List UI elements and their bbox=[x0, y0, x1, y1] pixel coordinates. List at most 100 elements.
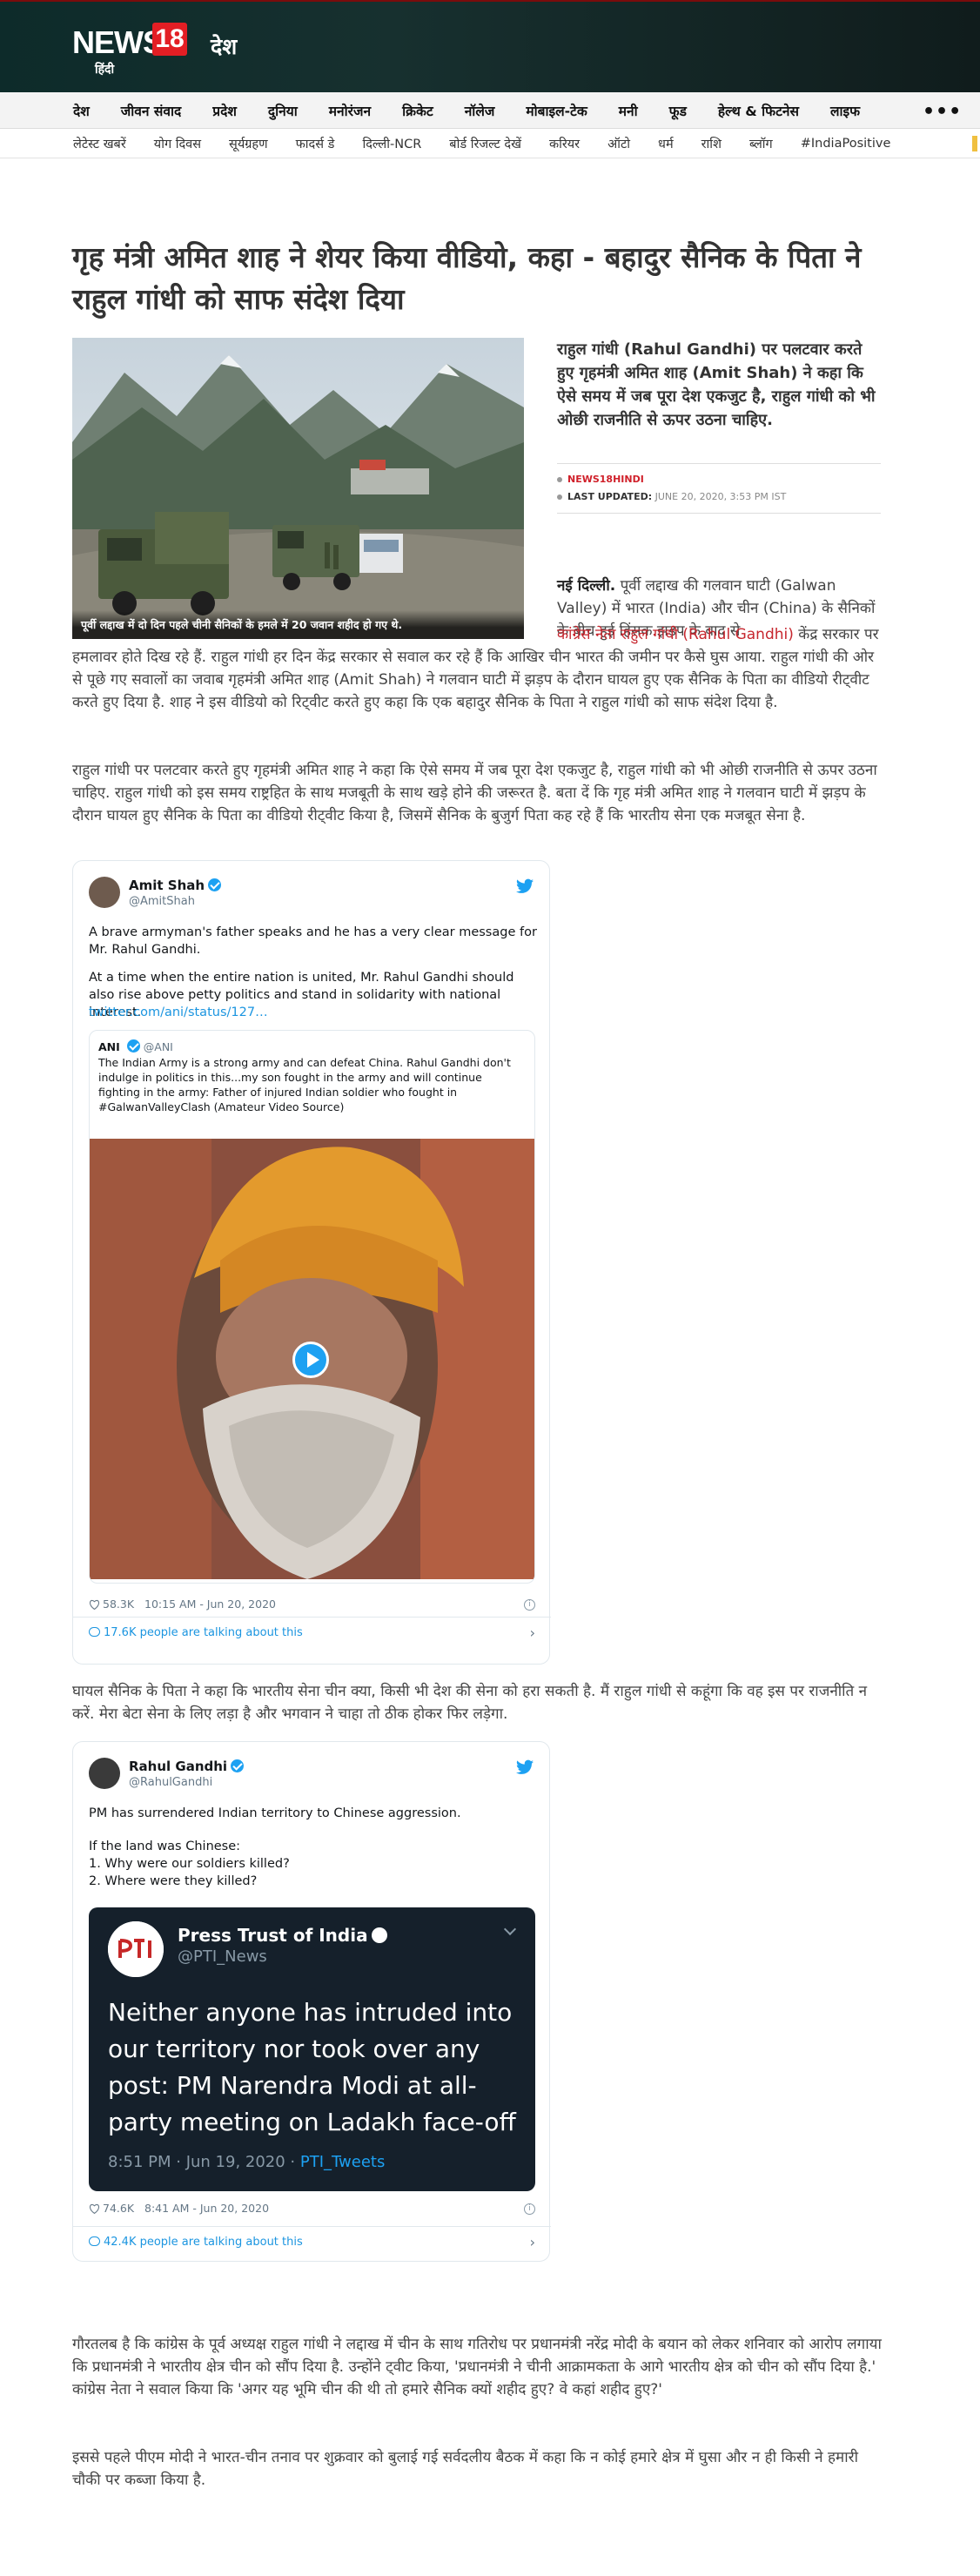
embed-text: Neither anyone has intruded into our ter… bbox=[108, 1998, 516, 2136]
tweet-text-1: PM has surrendered Indian territory to C… bbox=[89, 1806, 461, 1820]
tweet-conversation-link[interactable]: 17.6K people are talking about this › bbox=[73, 1617, 551, 1648]
subnav-item-4[interactable]: दिल्ली-NCR bbox=[362, 135, 421, 152]
quoted-tweet-author[interactable]: ANI @ANI bbox=[90, 1031, 534, 1055]
article-para-3: घायल सैनिक के पिता ने कहा कि भारतीय सेना… bbox=[72, 1683, 868, 1723]
article-para-1: कांग्रेस नेता राहुल गांधी (Rahul Gandhi)… bbox=[72, 623, 882, 714]
nav-item-8[interactable]: मनी bbox=[619, 101, 638, 120]
nav-item-4[interactable]: मनोरंजन bbox=[329, 101, 371, 120]
tweet-author-name[interactable]: Rahul Gandhi bbox=[129, 1759, 245, 1774]
tweet-footer: 74.6K 8:41 AM - Jun 20, 2020 i bbox=[89, 2202, 535, 2221]
tweet-author-name[interactable]: Amit Shah bbox=[129, 878, 222, 893]
nav-item-11[interactable]: लाइफ bbox=[830, 101, 860, 120]
subnav-item-7[interactable]: ऑटो bbox=[607, 135, 630, 152]
dateline: नई दिल्ली. bbox=[557, 577, 616, 595]
comment-bubble-icon bbox=[89, 2236, 100, 2246]
subnav-item-11[interactable]: #IndiaPositive bbox=[801, 137, 891, 151]
pti-logo-icon bbox=[108, 1921, 164, 1977]
article-headline: गृह मंत्री अमित शाह ने शेयर किया वीडियो,… bbox=[72, 240, 862, 316]
embedded-tweet-rahul-gandhi[interactable]: Rahul Gandhi @RahulGandhi PM has surrend… bbox=[72, 1741, 551, 2262]
nav-item-5[interactable]: क्रिकेट bbox=[402, 101, 433, 120]
news18-logo[interactable]: NEWS 18 हिंदी bbox=[72, 21, 187, 77]
meta-updated-row: LAST UPDATED: JUNE 20, 2020, 3:53 PM IST bbox=[557, 488, 881, 506]
tweet-author-handle[interactable]: @AmitShah bbox=[129, 895, 195, 908]
article-para-2: राहुल गांधी पर पलटवार करते हुए गृहमंत्री… bbox=[72, 762, 877, 824]
tweet-text-3: 1. Why were our soldiers killed? bbox=[89, 1857, 290, 1871]
pti-logo bbox=[108, 1921, 164, 1977]
tweet-text-1: A brave armyman's father speaks and he h… bbox=[89, 925, 537, 957]
nav-item-3[interactable]: दुनिया bbox=[268, 101, 298, 120]
hero-image[interactable]: पूर्वी लद्दाख में दो दिन पहले चीनी सैनिक… bbox=[72, 338, 524, 639]
bullet-icon bbox=[557, 477, 562, 482]
article-para-5: इससे पहले पीएम मोदी ने भारत-चीन तनाव पर … bbox=[72, 2449, 858, 2489]
chevron-right-icon: › bbox=[529, 1624, 535, 1641]
embed-author-name: Press Trust of India bbox=[178, 1925, 387, 1946]
meta-updated-value: JUNE 20, 2020, 3:53 PM IST bbox=[654, 491, 787, 502]
article-meta: NEWS18HINDI LAST UPDATED: JUNE 20, 2020,… bbox=[557, 463, 881, 514]
embed-author-handle: @PTI_News bbox=[178, 1947, 267, 1966]
heart-icon[interactable] bbox=[89, 2203, 100, 2214]
quoted-tweet-ani[interactable]: ANI @ANI The Indian Army is a strong arm… bbox=[89, 1030, 535, 1584]
secondary-nav-overflow[interactable] bbox=[972, 136, 977, 151]
tweet-author-handle[interactable]: @RahulGandhi bbox=[129, 1776, 212, 1789]
subnav-item-5[interactable]: बोर्ड रिजल्ट देखें bbox=[449, 135, 521, 152]
verified-badge-icon bbox=[371, 1927, 387, 1943]
subnav-item-9[interactable]: राशि bbox=[701, 135, 722, 152]
section-title[interactable]: देश bbox=[211, 31, 237, 61]
article-summary: राहुल गांधी (Rahul Gandhi) पर पलटवार करत… bbox=[557, 340, 876, 429]
embedded-image-pti-tweet[interactable]: Press Trust of India @PTI_News Neither a… bbox=[89, 1907, 535, 2191]
logo-number: 18 bbox=[152, 23, 187, 56]
tweet-link[interactable]: twitter.com/ani/status/127… bbox=[89, 1004, 537, 1021]
subnav-item-2[interactable]: सूर्यग्रहण bbox=[229, 135, 268, 152]
tweet-conversation-link[interactable]: 42.4K people are talking about this › bbox=[73, 2226, 551, 2257]
info-icon[interactable]: i bbox=[524, 2203, 535, 2215]
info-icon[interactable]: i bbox=[524, 1599, 535, 1611]
meta-updated-label: LAST UPDATED: bbox=[567, 491, 653, 502]
subnav-item-6[interactable]: करियर bbox=[549, 135, 580, 152]
like-count[interactable]: 74.6K bbox=[103, 2202, 134, 2215]
twitter-bird-icon[interactable] bbox=[516, 878, 534, 894]
avatar[interactable] bbox=[89, 1758, 120, 1789]
logo-text: NEWS bbox=[72, 24, 164, 60]
nav-item-7[interactable]: मोबाइल-टेक bbox=[526, 101, 587, 120]
nav-item-0[interactable]: देश bbox=[73, 101, 90, 120]
tweet-time[interactable]: 10:15 AM - Jun 20, 2020 bbox=[144, 1597, 276, 1611]
meta-source-row: NEWS18HINDI bbox=[557, 471, 881, 488]
tweet-footer: 58.3K 10:15 AM - Jun 20, 2020 i bbox=[89, 1597, 535, 1617]
site-header: NEWS 18 हिंदी देश bbox=[0, 0, 980, 92]
verified-badge-icon bbox=[208, 878, 222, 891]
avatar[interactable] bbox=[89, 877, 120, 908]
heart-icon[interactable] bbox=[89, 1599, 100, 1610]
tweet-time[interactable]: 8:41 AM - Jun 20, 2020 bbox=[144, 2202, 269, 2215]
article-para-4: गौरतलब है कि कांग्रेस के पूर्व अध्यक्ष र… bbox=[72, 2336, 882, 2398]
meta-source[interactable]: NEWS18HINDI bbox=[567, 474, 644, 485]
comment-bubble-icon bbox=[89, 1627, 100, 1637]
subnav-item-1[interactable]: योग दिवस bbox=[154, 135, 201, 152]
nav-item-10[interactable]: हेल्थ & फिटनेस bbox=[718, 101, 799, 120]
verified-badge-icon bbox=[231, 1759, 245, 1772]
embedded-tweet-amit-shah[interactable]: Amit Shah @AmitShah A brave armyman's fa… bbox=[72, 860, 551, 1665]
embed-time: 8:51 PM · Jun 19, 2020 · PTI_Tweets bbox=[108, 2153, 386, 2171]
tweet-text-2: If the land was Chinese: bbox=[89, 1840, 241, 1853]
like-count[interactable]: 58.3K bbox=[103, 1597, 134, 1611]
quoted-tweet-text: The Indian Army is a strong army and can… bbox=[98, 1056, 511, 1113]
more-menu-icon[interactable]: ••• bbox=[923, 101, 962, 123]
twitter-bird-icon[interactable] bbox=[516, 1759, 534, 1775]
secondary-nav: लेटेस्ट खबरें योग दिवस सूर्यग्रहण फादर्स डे… bbox=[0, 129, 980, 158]
verified-badge-icon bbox=[126, 1039, 140, 1053]
army-trucks-photo bbox=[72, 338, 524, 639]
nav-item-1[interactable]: जीवन संवाद bbox=[121, 101, 181, 120]
subnav-item-3[interactable]: फादर्स डे bbox=[296, 135, 335, 152]
chevron-down-icon bbox=[503, 1922, 517, 1936]
tweet-video[interactable] bbox=[90, 1139, 534, 1579]
chevron-right-icon: › bbox=[529, 2234, 535, 2250]
rahul-gandhi-link[interactable]: कांग्रेस नेता राहुल गांधी (Rahul Gandhi) bbox=[557, 626, 794, 643]
logo-sub: हिंदी bbox=[95, 63, 115, 77]
nav-item-2[interactable]: प्रदेश bbox=[212, 101, 237, 120]
subnav-item-10[interactable]: ब्लॉग bbox=[749, 135, 773, 152]
nav-item-6[interactable]: नॉलेज bbox=[465, 101, 495, 120]
play-icon[interactable] bbox=[292, 1342, 329, 1378]
subnav-item-8[interactable]: धर्म bbox=[658, 135, 674, 152]
nav-item-9[interactable]: फूड bbox=[669, 101, 687, 120]
bullet-icon bbox=[557, 494, 562, 500]
subnav-item-0[interactable]: लेटेस्ट खबरें bbox=[73, 135, 126, 152]
